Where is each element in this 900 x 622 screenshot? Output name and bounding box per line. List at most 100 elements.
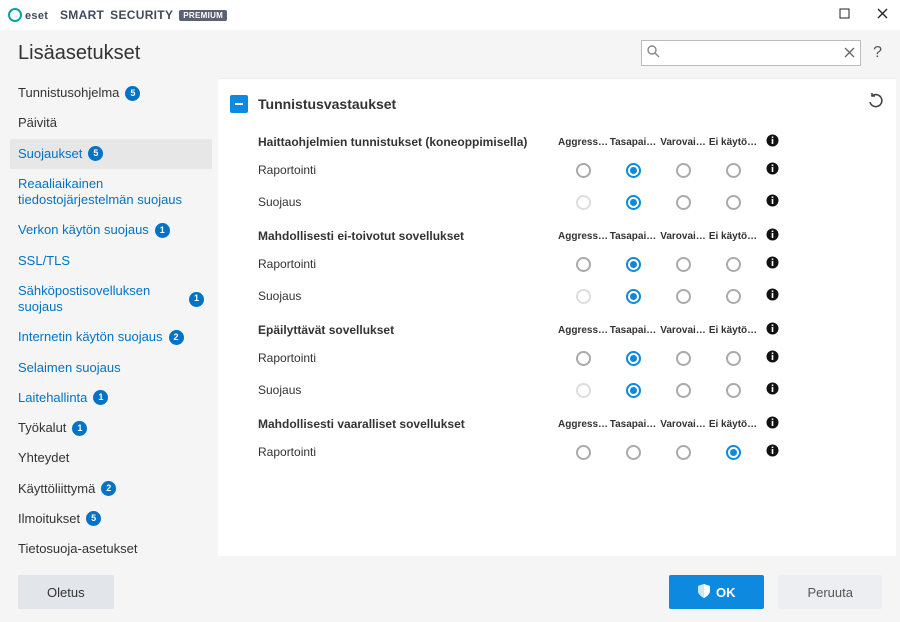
group-header: Mahdollisesti ei-toivotut sovelluksetAgg… bbox=[230, 218, 884, 248]
option-label: Suojaus bbox=[258, 289, 558, 303]
collapse-icon[interactable] bbox=[230, 95, 248, 113]
radio-option bbox=[576, 289, 591, 304]
sidebar-item-12[interactable]: Käyttöliittymä2 bbox=[10, 474, 212, 504]
radio-option[interactable] bbox=[576, 163, 591, 178]
column-header: Tasapai… bbox=[608, 419, 658, 430]
sidebar-item-5[interactable]: SSL/TLS bbox=[10, 246, 212, 276]
sidebar-badge: 5 bbox=[125, 86, 140, 101]
sidebar-item-4[interactable]: Verkon käytön suojaus1 bbox=[10, 215, 212, 245]
sidebar-item-label: Yhteydet bbox=[18, 450, 69, 466]
clear-search-icon[interactable] bbox=[844, 45, 855, 61]
section-header: Tunnistusvastaukset bbox=[230, 89, 884, 124]
info-icon[interactable] bbox=[758, 322, 786, 338]
sidebar-item-label: Suojaukset bbox=[18, 146, 82, 162]
radio-option[interactable] bbox=[576, 351, 591, 366]
radio-option[interactable] bbox=[676, 195, 691, 210]
radio-option[interactable] bbox=[676, 383, 691, 398]
column-header: Varovai… bbox=[658, 419, 708, 430]
info-icon[interactable] bbox=[758, 256, 786, 272]
radio-option[interactable] bbox=[626, 445, 641, 460]
radio-option[interactable] bbox=[676, 445, 691, 460]
group-title: Epäilyttävät sovellukset bbox=[258, 323, 558, 337]
group-title: Haittaohjelmien tunnistukset (koneoppimi… bbox=[258, 135, 558, 149]
radio-option[interactable] bbox=[676, 257, 691, 272]
sidebar-item-3[interactable]: Reaaliaikainen tiedostojärjestelmän suoj… bbox=[10, 169, 212, 216]
radio-option[interactable] bbox=[726, 445, 741, 460]
main-panel: Tunnistusvastaukset Haittaohjelmien tunn… bbox=[218, 78, 896, 556]
column-header: Varovai… bbox=[658, 231, 708, 242]
close-icon[interactable] bbox=[872, 6, 892, 24]
sidebar-item-label: Selaimen suojaus bbox=[18, 360, 121, 376]
cancel-button[interactable]: Peruuta bbox=[778, 575, 882, 609]
option-label: Suojaus bbox=[258, 383, 558, 397]
sidebar-item-14[interactable]: Tietosuoja-asetukset bbox=[10, 534, 212, 562]
radio-option[interactable] bbox=[726, 289, 741, 304]
sidebar-item-9[interactable]: Laitehallinta1 bbox=[10, 383, 212, 413]
radio-option[interactable] bbox=[576, 445, 591, 460]
footer: Oletus OK Peruuta bbox=[0, 562, 900, 622]
column-header: Aggress… bbox=[558, 231, 608, 242]
info-icon[interactable] bbox=[758, 350, 786, 366]
column-header: Varovai… bbox=[658, 325, 708, 336]
sidebar-item-2[interactable]: Suojaukset 5 bbox=[10, 139, 212, 169]
help-icon[interactable]: ? bbox=[873, 44, 882, 62]
sidebar-item-10[interactable]: Työkalut1 bbox=[10, 413, 212, 443]
info-icon[interactable] bbox=[758, 194, 786, 210]
info-icon[interactable] bbox=[758, 444, 786, 460]
search-icon bbox=[647, 45, 660, 61]
sidebar-item-13[interactable]: Ilmoitukset 5 bbox=[10, 504, 212, 534]
radio-option[interactable] bbox=[726, 163, 741, 178]
info-icon[interactable] bbox=[758, 228, 786, 244]
radio-option[interactable] bbox=[726, 351, 741, 366]
info-icon[interactable] bbox=[758, 416, 786, 432]
info-icon[interactable] bbox=[758, 134, 786, 150]
radio-option[interactable] bbox=[676, 163, 691, 178]
svg-text:eset: eset bbox=[25, 10, 48, 22]
column-header: Tasapai… bbox=[608, 137, 658, 148]
column-header: Aggress… bbox=[558, 419, 608, 430]
sidebar-item-6[interactable]: Sähköpostisovelluksen suojaus1 bbox=[10, 276, 212, 323]
info-icon[interactable] bbox=[758, 162, 786, 178]
sidebar-item-label: Tietosuoja-asetukset bbox=[18, 541, 137, 557]
sidebar-badge: 5 bbox=[86, 511, 101, 526]
sidebar-item-label: SSL/TLS bbox=[18, 253, 70, 269]
sidebar-item-7[interactable]: Internetin käytön suojaus 2 bbox=[10, 322, 212, 352]
radio-option[interactable] bbox=[726, 195, 741, 210]
radio-option[interactable] bbox=[726, 257, 741, 272]
undo-icon[interactable] bbox=[868, 93, 884, 114]
column-header: Ei käytö… bbox=[708, 419, 758, 430]
groups: Haittaohjelmien tunnistukset (koneoppimi… bbox=[230, 124, 884, 468]
radio-option[interactable] bbox=[726, 383, 741, 398]
radio-option[interactable] bbox=[626, 257, 641, 272]
column-header: Tasapai… bbox=[608, 325, 658, 336]
option-row: Suojaus bbox=[230, 374, 884, 406]
radio-option bbox=[576, 383, 591, 398]
sidebar-badge: 2 bbox=[169, 330, 184, 345]
maximize-icon[interactable] bbox=[834, 6, 854, 24]
radio-option[interactable] bbox=[626, 351, 641, 366]
sidebar-item-8[interactable]: Selaimen suojaus bbox=[10, 353, 212, 383]
radio-option[interactable] bbox=[626, 289, 641, 304]
radio-option[interactable] bbox=[676, 289, 691, 304]
radio-option[interactable] bbox=[626, 383, 641, 398]
default-button[interactable]: Oletus bbox=[18, 575, 114, 609]
eset-logo-icon: eset bbox=[8, 8, 54, 22]
info-icon[interactable] bbox=[758, 382, 786, 398]
column-header: Ei käytö… bbox=[708, 231, 758, 242]
sidebar-item-0[interactable]: Tunnistusohjelma5 bbox=[10, 78, 212, 108]
radio-option[interactable] bbox=[626, 163, 641, 178]
radio-option[interactable] bbox=[626, 195, 641, 210]
radio-option[interactable] bbox=[576, 257, 591, 272]
sidebar-item-1[interactable]: Päivitä bbox=[10, 108, 212, 138]
option-label: Raportointi bbox=[258, 445, 558, 459]
search-input[interactable] bbox=[641, 40, 861, 66]
sidebar-item-11[interactable]: Yhteydet bbox=[10, 443, 212, 473]
column-header: Ei käytö… bbox=[708, 137, 758, 148]
sidebar-item-label: Internetin käytön suojaus bbox=[18, 329, 163, 345]
group-title: Mahdollisesti ei-toivotut sovellukset bbox=[258, 229, 558, 243]
info-icon[interactable] bbox=[758, 288, 786, 304]
radio-option[interactable] bbox=[676, 351, 691, 366]
sidebar-item-label: Ilmoitukset bbox=[18, 511, 80, 527]
sidebar-badge: 5 bbox=[88, 146, 103, 161]
ok-button[interactable]: OK bbox=[669, 575, 765, 609]
